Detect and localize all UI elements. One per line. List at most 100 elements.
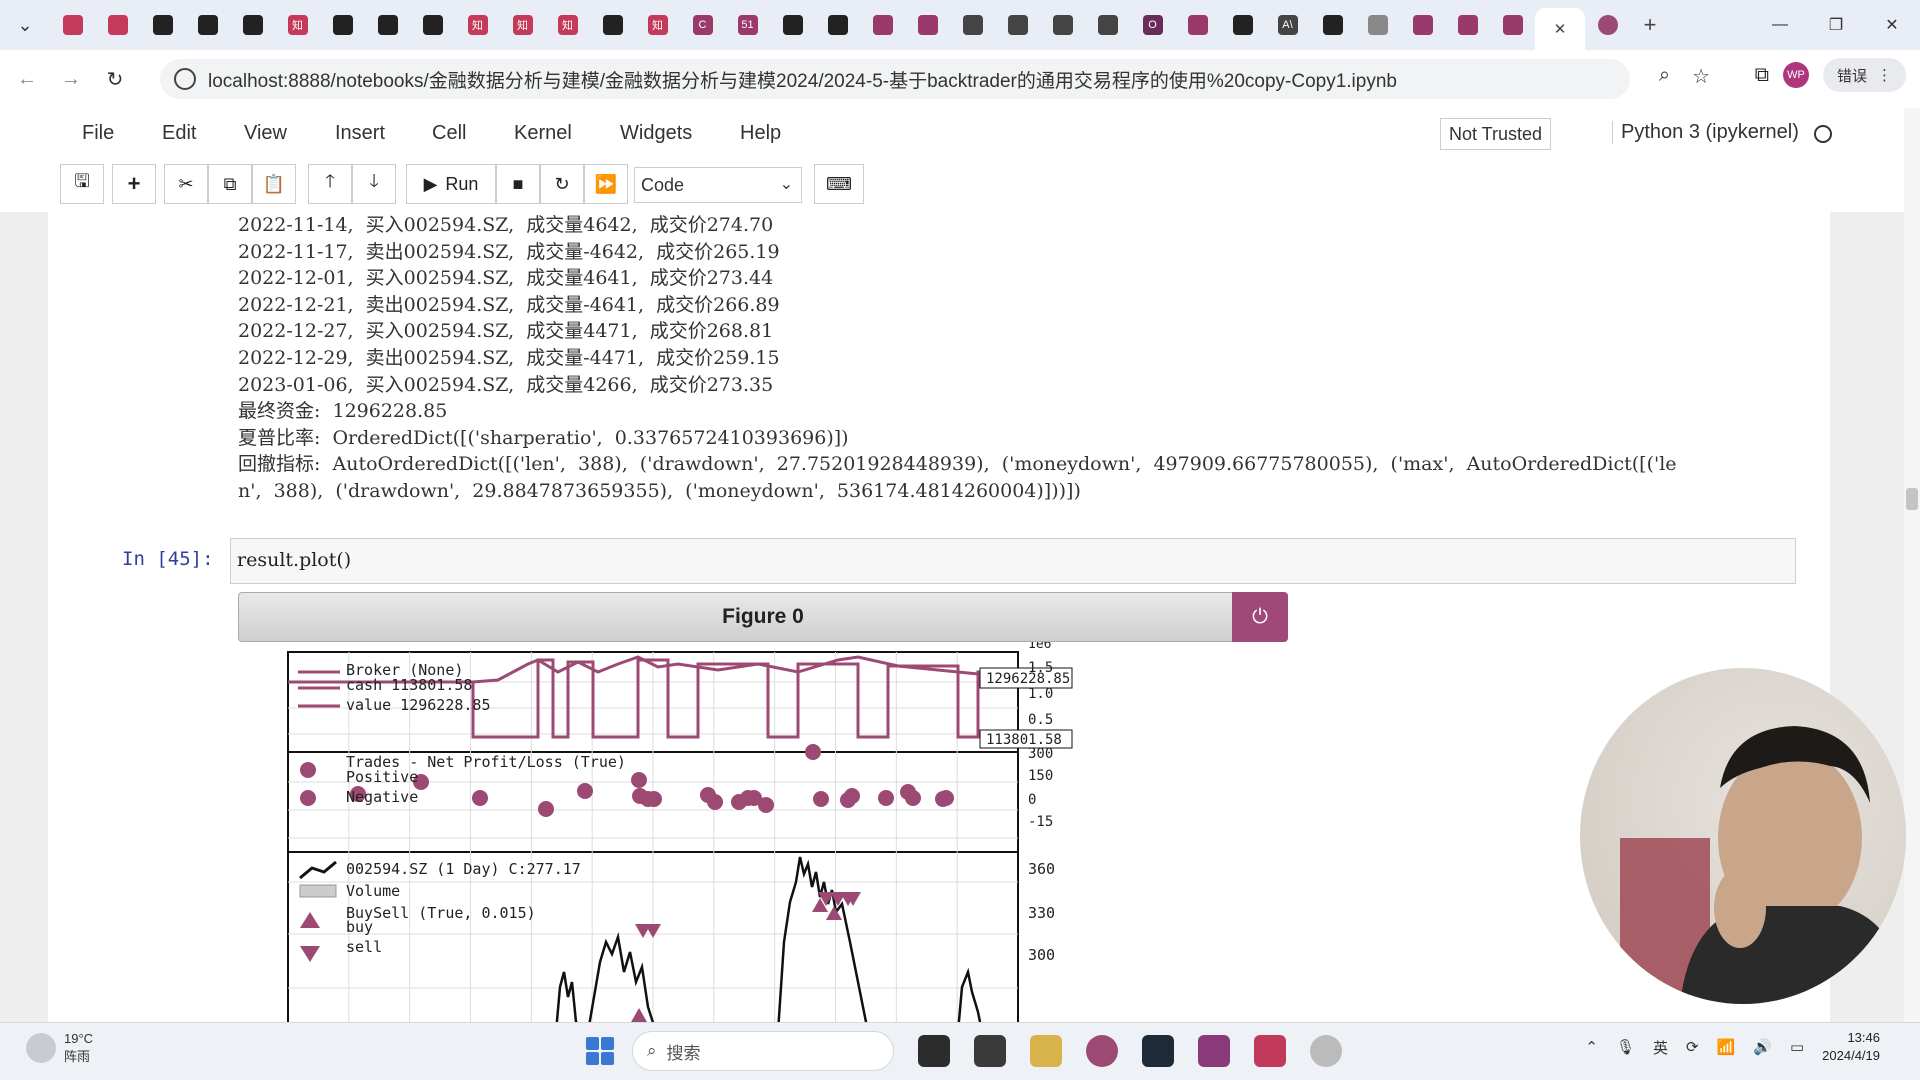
stop-square-icon[interactable]: ■	[496, 164, 540, 204]
menu-edit[interactable]: Edit	[162, 122, 196, 145]
wps-icon[interactable]	[1254, 1035, 1286, 1067]
back-arrow-icon[interactable]: ←	[10, 62, 44, 96]
profile-avatar[interactable]: WP	[1782, 62, 1809, 88]
zoom-icon[interactable]: ⌕	[1659, 64, 1670, 89]
tray-chevron-up-icon[interactable]: ⌃	[1585, 1038, 1598, 1056]
app-icon-purple[interactable]	[1198, 1035, 1230, 1067]
browser-tab[interactable]	[1040, 8, 1085, 42]
browser-tab[interactable]	[320, 8, 365, 42]
scrollbar-thumb[interactable]	[1906, 488, 1918, 510]
browser-tab[interactable]	[1310, 8, 1355, 42]
app-icon-gray[interactable]	[1310, 1035, 1342, 1067]
terminal-app-icon[interactable]	[918, 1035, 950, 1067]
browser-tab[interactable]	[140, 8, 185, 42]
close-window-icon[interactable]: ✕	[1864, 0, 1920, 50]
browser-tab[interactable]	[95, 8, 140, 42]
menu-file[interactable]: File	[82, 122, 114, 145]
cell-type-select[interactable]: Code ⌄	[634, 167, 802, 203]
browser-tab[interactable]	[860, 8, 905, 42]
browser-tab[interactable]: 知	[500, 8, 545, 42]
browser-tab[interactable]	[1585, 8, 1630, 42]
menu-help[interactable]: Help	[740, 122, 781, 145]
file-explorer-icon[interactable]	[1030, 1035, 1062, 1067]
site-info-icon[interactable]	[174, 68, 196, 90]
run-button[interactable]: ▶ Run	[406, 164, 496, 204]
menu-widgets[interactable]: Widgets	[620, 122, 692, 145]
media-app-icon[interactable]	[974, 1035, 1006, 1067]
more-menu-icon[interactable]: ⋮	[1877, 66, 1892, 84]
browser-tab[interactable]	[1355, 8, 1400, 42]
browser-tab[interactable]	[950, 8, 995, 42]
save-icon[interactable]: 🖫	[60, 164, 104, 204]
browser-tab[interactable]	[1085, 8, 1130, 42]
wifi-icon[interactable]: 📶	[1717, 1038, 1736, 1056]
keyboard-icon[interactable]: ⌨	[814, 164, 864, 204]
browser-tab[interactable]	[995, 8, 1040, 42]
browser-tab[interactable]	[1445, 8, 1490, 42]
active-browser-tab[interactable]: ✕	[1535, 8, 1585, 50]
figure-canvas[interactable]: Broker (None) cash 113801.58 value 1296228…	[238, 637, 1288, 1022]
browser-tab[interactable]	[1490, 8, 1535, 42]
battery-icon[interactable]: ▭	[1790, 1038, 1804, 1056]
insert-cell-plus-icon[interactable]: +	[112, 164, 156, 204]
chrome-icon[interactable]	[1086, 1035, 1118, 1067]
browser-tab[interactable]: 知	[275, 8, 320, 42]
browser-tab[interactable]	[1220, 8, 1265, 42]
minimize-icon[interactable]: —	[1752, 0, 1808, 50]
browser-tab[interactable]	[905, 8, 950, 42]
menu-view[interactable]: View	[244, 122, 287, 145]
code-cell-input[interactable]: result.plot()	[230, 538, 1796, 584]
browser-tab[interactable]	[365, 8, 410, 42]
browser-tab[interactable]	[590, 8, 635, 42]
browser-tab[interactable]: 知	[635, 8, 680, 42]
bookmark-star-icon[interactable]: ☆	[1692, 64, 1710, 89]
move-up-arrow-icon[interactable]: 🡑	[308, 164, 352, 204]
kernel-name[interactable]: Python 3 (ipykernel)	[1612, 121, 1799, 144]
weather-widget[interactable]: 19°C 阵雨	[26, 1031, 93, 1065]
ime-icon[interactable]: 英	[1653, 1037, 1668, 1058]
browser-tab[interactable]: A\	[1265, 8, 1310, 42]
not-trusted-badge[interactable]: Not Trusted	[1440, 118, 1552, 150]
browser-tab[interactable]: 51	[725, 8, 770, 42]
volume-icon[interactable]: 🔊	[1753, 1038, 1772, 1056]
weather-temp: 19°C	[64, 1031, 94, 1046]
reload-icon[interactable]: ↻	[98, 62, 132, 96]
browser-tab[interactable]: 知	[455, 8, 500, 42]
menu-kernel[interactable]: Kernel	[514, 122, 572, 145]
figure-power-icon[interactable]: ⏻	[1232, 592, 1288, 642]
fast-forward-icon[interactable]: ⏩	[584, 164, 628, 204]
menu-insert[interactable]: Insert	[335, 122, 385, 145]
page-scrollbar[interactable]	[1904, 108, 1920, 1028]
new-tab-button[interactable]: +	[1630, 8, 1670, 42]
browser-tab[interactable]	[1400, 8, 1445, 42]
browser-tab[interactable]	[230, 8, 275, 42]
powershell-icon[interactable]	[1142, 1035, 1174, 1067]
browser-tab[interactable]	[1175, 8, 1220, 42]
sync-icon[interactable]: ⟳	[1686, 1038, 1699, 1056]
copy-icon[interactable]: ⧉	[208, 164, 252, 204]
tab-search-chevron-icon[interactable]: ⌄	[0, 0, 50, 50]
url-field[interactable]: localhost:8888/notebooks/金融数据分析与建模/金融数据分…	[160, 59, 1630, 99]
browser-tab[interactable]	[815, 8, 860, 42]
extensions-icon[interactable]: ⧉	[1755, 64, 1769, 87]
browser-tab[interactable]: O	[1130, 8, 1175, 42]
paste-icon[interactable]: 📋	[252, 164, 296, 204]
browser-tab[interactable]	[50, 8, 95, 42]
forward-arrow-icon[interactable]: →	[54, 62, 88, 96]
taskbar-search[interactable]: ⌕ 搜索	[632, 1031, 894, 1071]
move-down-arrow-icon[interactable]: 🡓	[352, 164, 396, 204]
menu-cell[interactable]: Cell	[432, 122, 466, 145]
error-pill[interactable]: 错误 ⋮	[1822, 58, 1906, 92]
browser-tab[interactable]: C	[680, 8, 725, 42]
browser-tab[interactable]	[410, 8, 455, 42]
cut-scissors-icon[interactable]: ✂	[164, 164, 208, 204]
browser-tab[interactable]	[185, 8, 230, 42]
windows-start-icon[interactable]	[586, 1037, 614, 1065]
microphone-icon[interactable]: 🎙	[1616, 1038, 1635, 1056]
browser-tab[interactable]: 知	[545, 8, 590, 42]
restart-icon[interactable]: ↻	[540, 164, 584, 204]
close-tab-icon[interactable]: ✕	[1554, 20, 1567, 38]
clock[interactable]: 13:46 2024/4/19	[1822, 1029, 1880, 1065]
browser-tab[interactable]	[770, 8, 815, 42]
restore-icon[interactable]: ❐	[1808, 0, 1864, 50]
